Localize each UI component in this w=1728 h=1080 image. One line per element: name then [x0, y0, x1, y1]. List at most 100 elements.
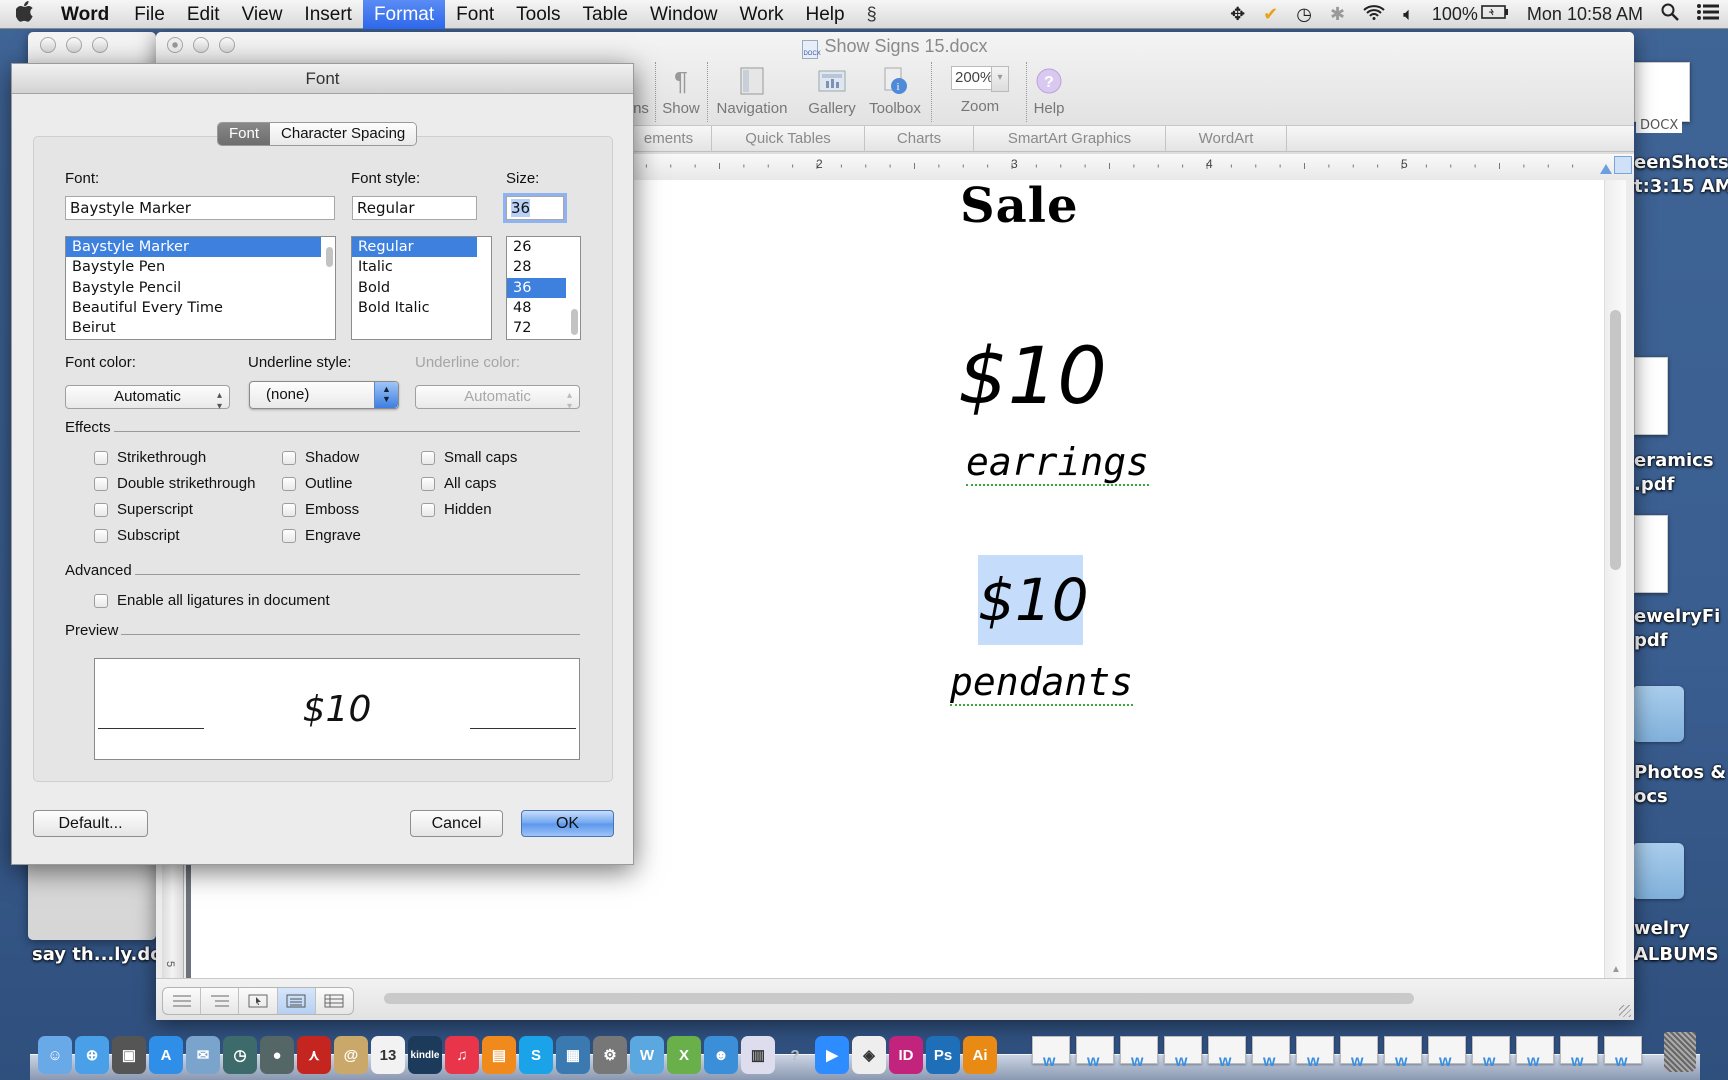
- list-item[interactable]: 26: [507, 237, 580, 257]
- font-color-select[interactable]: Automatic ▴ ▾: [65, 385, 230, 412]
- norton-icon[interactable]: ✔: [1254, 4, 1287, 25]
- menu-font[interactable]: Font: [445, 0, 505, 29]
- font-list-scrollbar[interactable]: [326, 247, 333, 267]
- sketchbook-icon[interactable]: ▥: [741, 1036, 775, 1074]
- acrobat-icon[interactable]: ⋏: [297, 1036, 331, 1074]
- notification-icon[interactable]: [1688, 4, 1728, 25]
- scrollbar-thumb[interactable]: [1610, 310, 1621, 570]
- wifi-icon[interactable]: [1354, 4, 1394, 25]
- tab-character-spacing[interactable]: Character Spacing: [270, 123, 417, 145]
- superscript-checkbox[interactable]: Superscript: [94, 501, 193, 518]
- kindle-icon[interactable]: kindle: [408, 1036, 442, 1074]
- doc-price-earrings[interactable]: $10: [958, 332, 1107, 422]
- list-item[interactable]: Regular: [352, 237, 477, 258]
- font-size-input[interactable]: 36: [506, 196, 564, 220]
- messenger-icon[interactable]: ☻: [704, 1036, 738, 1074]
- ribbon-tab-document-elements[interactable]: ements: [626, 126, 712, 152]
- menu-file[interactable]: File: [123, 0, 176, 29]
- menu-edit[interactable]: Edit: [176, 0, 231, 29]
- battery-percent[interactable]: 100%: [1423, 4, 1481, 25]
- checkbox[interactable]: [94, 502, 108, 517]
- list-item[interactable]: Bold Italic: [352, 298, 491, 318]
- font-style-list[interactable]: Regular Italic Bold Bold Italic: [351, 236, 492, 340]
- desktop-screenshot-label[interactable]: eenShots: [1634, 152, 1728, 173]
- vertical-scrollbar[interactable]: ▲○▼: [1604, 180, 1626, 1008]
- subscript-checkbox[interactable]: Subscript: [94, 527, 180, 544]
- list-item[interactable]: 72: [507, 318, 580, 338]
- print-layout-button[interactable]: [277, 988, 316, 1014]
- zoom-icon[interactable]: ▶: [815, 1036, 849, 1074]
- checkbox[interactable]: [94, 528, 108, 543]
- hidden-checkbox[interactable]: Hidden: [421, 501, 492, 518]
- checkbox[interactable]: [421, 502, 435, 517]
- volume-icon[interactable]: 🔈︎: [1394, 4, 1423, 25]
- photoshop-icon[interactable]: Ps: [926, 1036, 960, 1074]
- size-list-scrollbar[interactable]: [571, 309, 578, 335]
- time-machine-icon[interactable]: ◷: [1287, 4, 1321, 25]
- checkbox[interactable]: [421, 450, 435, 465]
- menu-app-word[interactable]: Word: [50, 0, 123, 29]
- strikethrough-checkbox[interactable]: Strikethrough: [94, 449, 206, 466]
- finder-icon[interactable]: ☺: [38, 1036, 72, 1074]
- menu-table[interactable]: Table: [572, 0, 639, 29]
- desktop-ceramics-label[interactable]: eramics: [1634, 450, 1714, 471]
- desktop-ceramics-pdf-icon[interactable]: [1634, 357, 1668, 435]
- doc-label-pendants[interactable]: pendants: [950, 660, 1134, 706]
- emboss-checkbox[interactable]: Emboss: [282, 501, 359, 518]
- ribbon-tab-quick-tables[interactable]: Quick Tables: [712, 126, 865, 152]
- app-store-icon[interactable]: A: [149, 1036, 183, 1074]
- desktop-albums-label[interactable]: welry: [1634, 918, 1690, 939]
- minimized-window[interactable]: [1384, 1036, 1422, 1071]
- list-item[interactable]: Beautiful Every Time: [66, 298, 335, 318]
- list-item[interactable]: Italic: [352, 257, 491, 277]
- desktop-jewelry-pdf-icon[interactable]: [1634, 515, 1668, 593]
- minimized-window[interactable]: [1120, 1036, 1158, 1071]
- minimized-window[interactable]: [1516, 1036, 1554, 1071]
- preview-icon[interactable]: ✉: [186, 1036, 220, 1074]
- zoom-control[interactable]: 200% Zoom: [940, 66, 1020, 115]
- outline-checkbox[interactable]: Outline: [282, 475, 353, 492]
- checkbox[interactable]: [94, 593, 108, 608]
- battery-icon[interactable]: [1481, 4, 1518, 25]
- show-button[interactable]: ¶ Show: [661, 66, 701, 117]
- zoom-button[interactable]: [92, 37, 108, 53]
- checkbox[interactable]: [282, 528, 296, 543]
- engrave-checkbox[interactable]: Engrave: [282, 527, 361, 544]
- minimized-window[interactable]: [1428, 1036, 1466, 1071]
- list-item[interactable]: Beirut: [66, 318, 335, 338]
- checkbox[interactable]: [421, 476, 435, 491]
- checkbox[interactable]: [94, 476, 108, 491]
- toolbox-button[interactable]: i Toolbox: [864, 66, 926, 117]
- clock[interactable]: Mon 10:58 AM: [1518, 4, 1652, 25]
- system-preferences-icon[interactable]: ⚙: [593, 1036, 627, 1074]
- underline-style-select[interactable]: (none) ▲ ▼: [249, 381, 399, 409]
- calendar-icon[interactable]: 13: [371, 1036, 405, 1074]
- outline-view-button[interactable]: [201, 988, 240, 1014]
- all-caps-checkbox[interactable]: All caps: [421, 475, 497, 492]
- resize-grip[interactable]: [1619, 1005, 1631, 1017]
- checkbox[interactable]: [282, 476, 296, 491]
- menu-view[interactable]: View: [231, 0, 294, 29]
- maps-icon[interactable]: ◈: [852, 1036, 886, 1074]
- minimized-window[interactable]: [1340, 1036, 1378, 1071]
- minimized-window[interactable]: [1296, 1036, 1334, 1071]
- tab-selector-icon[interactable]: [1614, 156, 1632, 174]
- desktop-photos-label[interactable]: Photos &: [1634, 762, 1726, 783]
- horizontal-scrollbar-thumb[interactable]: [384, 993, 1414, 1004]
- gallery-button[interactable]: Gallery: [804, 66, 860, 117]
- minimized-window[interactable]: [1252, 1036, 1290, 1071]
- menu-insert[interactable]: Insert: [293, 0, 363, 29]
- font-list[interactable]: Baystyle Marker Baystyle Pen Baystyle Penc…: [65, 236, 336, 340]
- doc-heading-sale[interactable]: Sale: [960, 178, 1079, 234]
- font-size-list[interactable]: 26 28 36 48 72: [506, 236, 581, 340]
- ok-button[interactable]: OK: [521, 810, 614, 837]
- list-item[interactable]: 28: [507, 257, 580, 277]
- time-machine-icon[interactable]: ◷: [223, 1036, 257, 1074]
- word-icon[interactable]: W: [630, 1036, 664, 1074]
- default-button[interactable]: Default...: [33, 810, 148, 837]
- minimized-window[interactable]: [1164, 1036, 1202, 1071]
- list-item[interactable]: Baystyle Pencil: [66, 278, 335, 298]
- help-icon[interactable]: ?: [778, 1036, 812, 1074]
- doc-label-earrings[interactable]: earrings: [966, 440, 1150, 486]
- dropbox-icon[interactable]: ✥: [1221, 4, 1254, 25]
